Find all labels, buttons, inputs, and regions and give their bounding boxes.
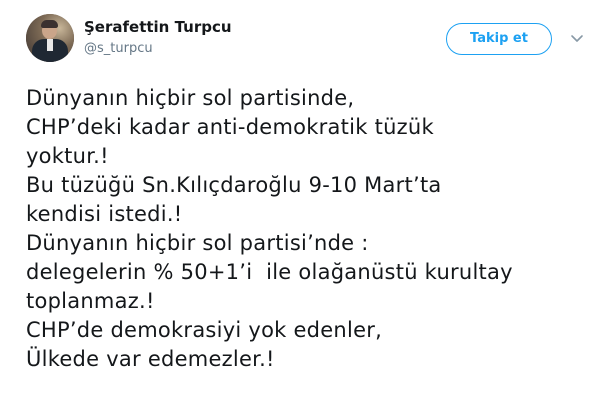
tweet-text-line: Dünyanın hiçbir sol partisi’nde :: [26, 231, 369, 255]
author-handle[interactable]: @s_turpcu: [84, 41, 153, 56]
tweet-text-line: Bu tüzüğü Sn.Kılıçdaroğlu 9-10 Mart’ta: [26, 173, 442, 197]
avatar-figure-shirt: [47, 39, 53, 51]
avatar[interactable]: [26, 14, 74, 62]
tweet-text-line: CHP’deki kadar anti-demokratik tüzük: [26, 115, 434, 139]
tweet-text-line: Ülkede var edemezler.!: [26, 347, 275, 371]
tweet-card: Şerafettin Turpcu @s_turpcu Takip et Dün…: [0, 0, 612, 410]
tweet-text-line: yoktur.!: [26, 144, 109, 168]
tweet-text-line: delegelerin % 50+1’i ile olağanüstü kuru…: [26, 260, 513, 284]
tweet-text-line: Dünyanın hiçbir sol partisinde,: [26, 86, 355, 110]
tweet-text: Dünyanın hiçbir sol partisinde, CHP’deki…: [26, 84, 606, 374]
tweet-text-line: CHP’de demokrasiyi yok edenler,: [26, 318, 383, 342]
tweet-text-line: kendisi istedi.!: [26, 202, 183, 226]
author-name[interactable]: Şerafettin Turpcu: [84, 18, 232, 36]
chevron-down-icon[interactable]: [569, 30, 585, 46]
avatar-figure-hair: [41, 20, 58, 28]
follow-button[interactable]: Takip et: [446, 23, 552, 55]
tweet-text-line: toplanmaz.!: [26, 289, 155, 313]
